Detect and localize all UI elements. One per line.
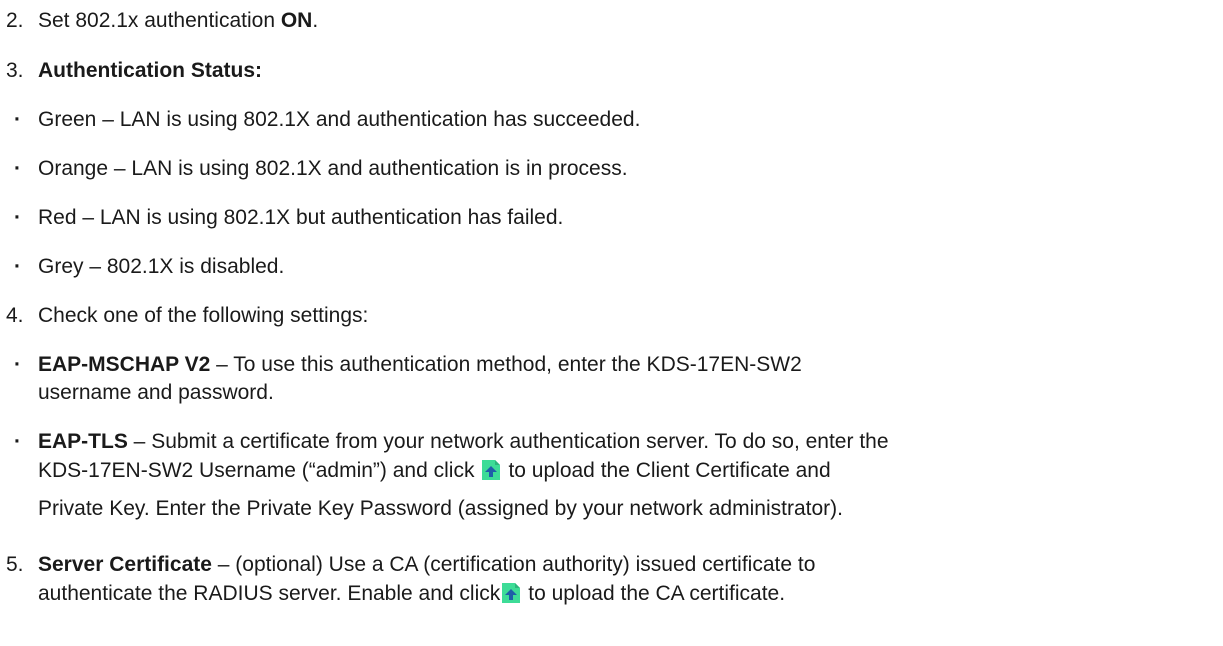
upload-icon[interactable]	[480, 459, 502, 481]
bullet-text: Red – LAN is using 802.1X but authentica…	[38, 206, 564, 229]
option-text-cont: Private Key. Enter the Private Key Passw…	[38, 497, 843, 520]
step-text-end: .	[312, 9, 319, 32]
step-bold: Server Certificate	[38, 553, 212, 576]
step-heading: Authentication Status:	[38, 59, 262, 82]
option-text: – To use this authentication method, ent…	[210, 353, 802, 376]
bullet: ·	[14, 206, 21, 229]
option-text-cont: to upload the Client Certificate and	[508, 459, 831, 482]
option-text-cont: KDS-17EN-SW2 Username (“admin”) and clic…	[38, 459, 475, 482]
bullet: ·	[14, 157, 21, 180]
step-text-cont: authenticate the RADIUS server. Enable a…	[38, 582, 501, 605]
step-text: – (optional) Use a CA (certification aut…	[211, 553, 816, 576]
bullet: ·	[14, 255, 21, 278]
bullet-text: Grey – 802.1X is disabled.	[38, 255, 285, 278]
step-number: 5.	[6, 553, 24, 576]
option-text-cont: username and password.	[38, 381, 274, 404]
step-number: 4.	[6, 304, 24, 327]
upload-icon[interactable]	[500, 582, 522, 604]
option-text: – Submit a certificate from your network…	[127, 430, 889, 453]
step-number: 2.	[6, 9, 24, 32]
bullet-text: Orange – LAN is using 802.1X and authent…	[38, 157, 628, 180]
step-text: Check one of the following settings:	[38, 304, 369, 327]
bullet: ·	[14, 430, 21, 453]
bullet-text: Green – LAN is using 802.1X and authenti…	[38, 108, 641, 131]
manual-page: 2. Set 802.1x authentication ON. 3. Auth…	[0, 0, 1223, 646]
bullet: ·	[14, 353, 21, 376]
step-bold: ON	[280, 9, 313, 32]
option-name: EAP-TLS	[38, 430, 128, 453]
step-text: Set 802.1x authentication	[38, 9, 281, 32]
step-number: 3.	[6, 59, 24, 82]
option-name: EAP-MSCHAP V2	[38, 353, 211, 376]
step-text-cont: to upload the CA certificate.	[528, 582, 786, 605]
bullet: ·	[14, 108, 21, 131]
